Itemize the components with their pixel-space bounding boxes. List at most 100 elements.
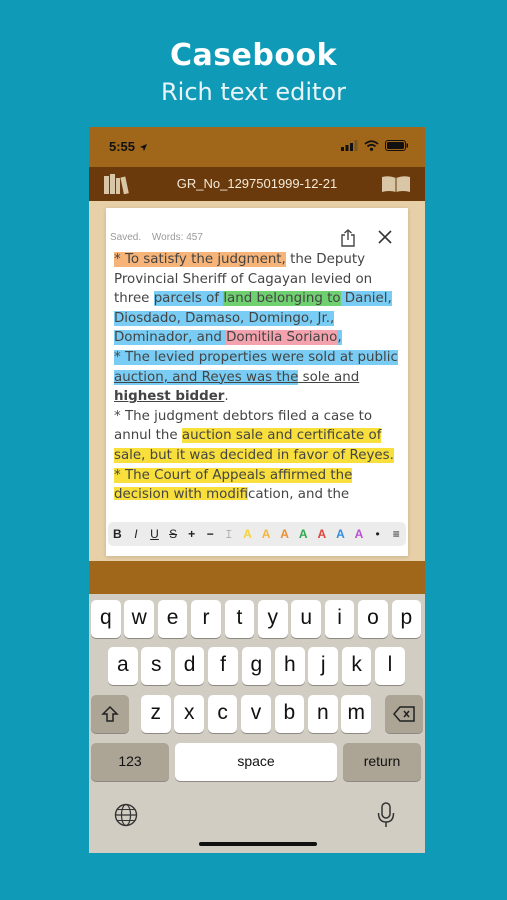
keyboard: q w e r t y u i o p a s d f g h j k l z x c v b n m 123 space return bbox=[89, 594, 425, 853]
text-span: Diosdado, Damaso, Domingo, Jr., bbox=[114, 310, 335, 326]
key-v[interactable]: v bbox=[241, 695, 271, 733]
open-book-icon[interactable] bbox=[381, 175, 411, 198]
key-e[interactable]: e bbox=[157, 600, 188, 638]
promo-subtitle: Rich text editor bbox=[160, 78, 346, 106]
text-span: parcels of bbox=[153, 291, 224, 307]
decrease-size-button[interactable]: − bbox=[201, 527, 220, 541]
bold-button[interactable]: B bbox=[108, 527, 127, 541]
word-count: Words: 457 bbox=[151, 232, 203, 243]
delete-key[interactable] bbox=[385, 695, 423, 733]
key-d[interactable]: d bbox=[174, 647, 205, 685]
numbers-key[interactable]: 123 bbox=[91, 743, 169, 781]
text-span: Provincial Sheriff of Cagayan levied on bbox=[114, 271, 373, 287]
key-y[interactable]: y bbox=[258, 600, 288, 638]
close-icon[interactable] bbox=[378, 230, 392, 249]
key-m[interactable]: m bbox=[341, 695, 371, 733]
text-color-button[interactable]: A bbox=[238, 527, 257, 541]
text-color-button[interactable]: A bbox=[257, 527, 276, 541]
key-u[interactable]: u bbox=[291, 600, 321, 638]
text-line: highest bidder. bbox=[114, 387, 402, 407]
text-span: Daniel, bbox=[340, 291, 392, 307]
text-span: * To satisfy the judgment, bbox=[114, 252, 286, 267]
clear-format-button[interactable]: 𝙸 bbox=[220, 527, 239, 542]
key-a[interactable]: a bbox=[108, 647, 138, 685]
text-line: * The levied properties were sold at pub… bbox=[114, 348, 402, 368]
text-line: sale, but it was decided in favor of Rey… bbox=[114, 446, 402, 466]
text-span: . bbox=[224, 389, 229, 405]
text-color-button[interactable]: A bbox=[350, 527, 369, 541]
text-line: auction, and Reyes was the sole and bbox=[114, 368, 402, 388]
shift-key[interactable] bbox=[91, 695, 129, 733]
shift-icon bbox=[101, 705, 119, 722]
key-x[interactable]: x bbox=[174, 695, 204, 733]
key-p[interactable]: p bbox=[391, 600, 422, 638]
home-indicator bbox=[199, 842, 317, 846]
microphone-icon[interactable] bbox=[377, 802, 395, 833]
key-h[interactable]: h bbox=[275, 647, 305, 685]
key-j[interactable]: j bbox=[308, 647, 338, 685]
key-f[interactable]: f bbox=[208, 647, 238, 685]
text-line: * The judgment debtors filed a case to bbox=[114, 407, 402, 427]
text-line: annul the auction sale and certificate o… bbox=[114, 426, 402, 446]
italic-button[interactable]: I bbox=[127, 527, 146, 541]
more-menu-button[interactable]: ≡ bbox=[387, 527, 406, 541]
key-k[interactable]: k bbox=[341, 647, 372, 685]
text-span: * The Court of Appeals affirmed the bbox=[114, 467, 353, 483]
text-color-button[interactable]: A bbox=[294, 527, 313, 541]
key-g[interactable]: g bbox=[241, 647, 272, 685]
library-books-icon[interactable] bbox=[103, 173, 131, 200]
status-time: 5:55 bbox=[109, 139, 148, 154]
text-span: annul the bbox=[114, 428, 182, 444]
saved-status: Saved. bbox=[110, 232, 142, 243]
text-span: auction sale and certificate of bbox=[181, 428, 382, 444]
increase-size-button[interactable]: + bbox=[182, 527, 201, 541]
text-color-button[interactable]: A bbox=[331, 527, 350, 541]
text-color-button[interactable]: A bbox=[275, 527, 294, 541]
wifi-icon bbox=[364, 140, 379, 151]
text-line: decision with modification, and the bbox=[114, 485, 402, 500]
key-r[interactable]: r bbox=[191, 600, 221, 638]
text-span: highest bidder bbox=[114, 389, 225, 405]
space-key[interactable]: space bbox=[175, 743, 337, 781]
text-color-button[interactable]: A bbox=[313, 527, 332, 541]
battery-icon bbox=[385, 140, 408, 151]
text-line: three parcels of land belonging to Danie… bbox=[114, 289, 402, 309]
key-t[interactable]: t bbox=[224, 600, 255, 638]
text-span: Domitila Soriano bbox=[226, 330, 338, 346]
key-w[interactable]: w bbox=[124, 600, 154, 638]
nav-bar: GR_No_1297501999-12-21 bbox=[89, 167, 425, 201]
strikethrough-button[interactable]: S bbox=[164, 527, 183, 541]
text-line: Dominador, and Domitila Soriano, bbox=[114, 328, 402, 348]
key-q[interactable]: q bbox=[91, 600, 121, 638]
backspace-icon bbox=[393, 706, 415, 722]
text-line: Diosdado, Damaso, Domingo, Jr., bbox=[114, 309, 402, 329]
key-l[interactable]: l bbox=[375, 647, 405, 685]
text-line: * The Court of Appeals affirmed the bbox=[114, 466, 402, 486]
text-line: * To satisfy the judgment, the Deputy bbox=[114, 250, 402, 270]
editor-paper: Saved. Words: 457 * To satisfy the judgm… bbox=[106, 208, 408, 556]
document-title: GR_No_1297501999-12-21 bbox=[176, 176, 338, 191]
globe-icon[interactable] bbox=[114, 803, 138, 832]
signal-icon bbox=[341, 140, 358, 151]
key-c[interactable]: c bbox=[207, 695, 238, 733]
location-arrow-icon bbox=[139, 143, 147, 152]
text-span: land belonging to bbox=[223, 291, 341, 307]
key-n[interactable]: n bbox=[308, 695, 338, 733]
text-span: auction, and Reyes was the bbox=[114, 369, 299, 385]
key-s[interactable]: s bbox=[141, 647, 171, 685]
underline-button[interactable]: U bbox=[145, 527, 164, 541]
share-icon[interactable] bbox=[340, 229, 356, 252]
key-b[interactable]: b bbox=[274, 695, 305, 733]
text-span: sole and bbox=[298, 369, 360, 385]
text-line: Provincial Sheriff of Cagayan levied on bbox=[114, 270, 402, 290]
key-z[interactable]: z bbox=[141, 695, 171, 733]
document-meta: Saved. Words: 457 bbox=[110, 232, 211, 243]
rich-text-area[interactable]: * To satisfy the judgment, the Deputy Pro… bbox=[114, 250, 402, 500]
return-key[interactable]: return bbox=[343, 743, 421, 781]
text-span: the Deputy bbox=[285, 252, 366, 267]
text-span: decision with modifi bbox=[114, 487, 249, 500]
status-bar: 5:55 bbox=[89, 127, 425, 167]
key-i[interactable]: i bbox=[324, 600, 355, 638]
bullet-button[interactable]: • bbox=[368, 527, 387, 541]
key-o[interactable]: o bbox=[358, 600, 388, 638]
